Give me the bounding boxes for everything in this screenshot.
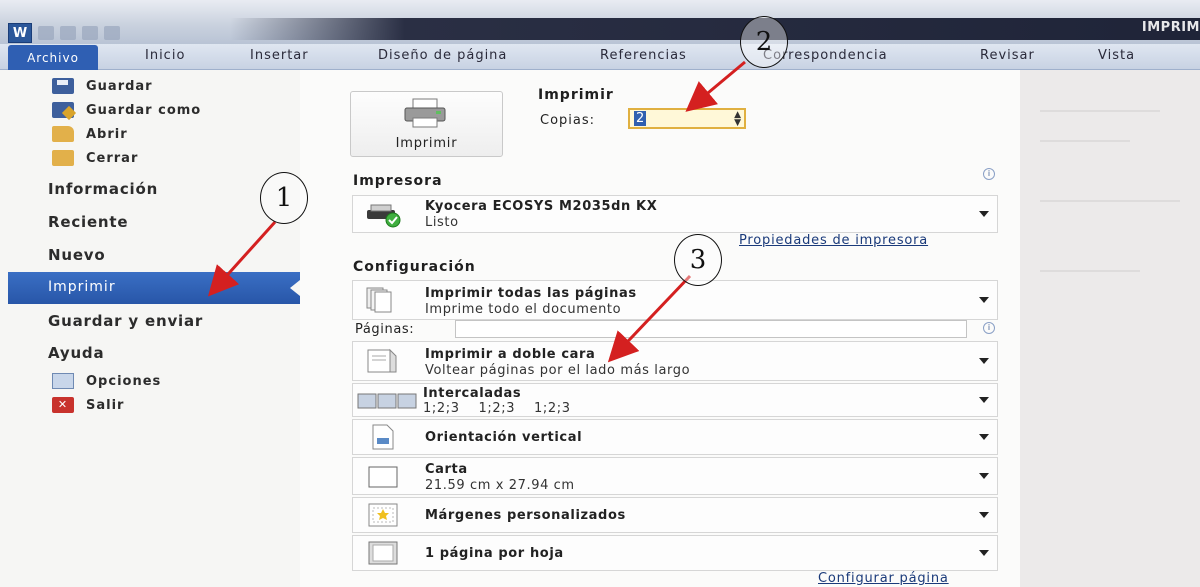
annotation-circle-3: 3 bbox=[674, 234, 722, 286]
annotation-circle-2: 2 bbox=[740, 16, 788, 68]
annotation-arrow-3 bbox=[607, 274, 692, 363]
annotation-arrow-1 bbox=[207, 220, 277, 297]
annotation-overlay bbox=[207, 60, 746, 363]
word-backstage-print-window: W IMPRIM Archivo Inicio Insertar Diseño … bbox=[0, 0, 1200, 587]
annotation-circle-1: 1 bbox=[260, 172, 308, 224]
annotation-arrow-2 bbox=[685, 60, 746, 112]
